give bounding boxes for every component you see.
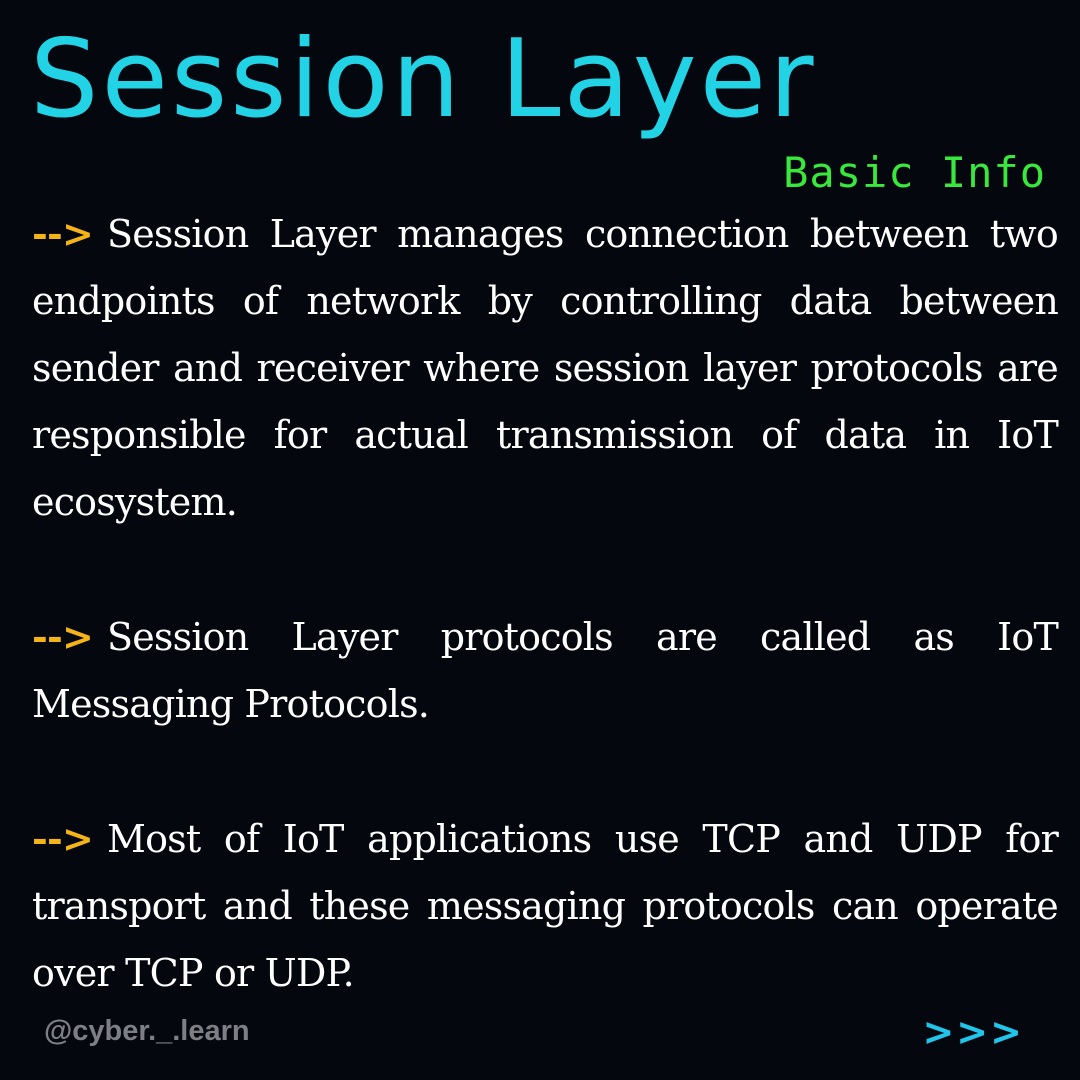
author-handle: @cyber._.learn	[44, 1015, 250, 1047]
paragraph-text: Session Layer manages connection between…	[32, 212, 1059, 524]
arrow-bullet: -->	[32, 816, 94, 861]
next-slide-indicator[interactable]: >>>	[922, 1010, 1024, 1054]
paragraph-text: Most of IoT applications use TCP and UDP…	[32, 817, 1059, 995]
paragraph-text: Session Layer protocols are called as Io…	[32, 615, 1059, 726]
arrow-bullet: -->	[32, 614, 94, 659]
arrow-bullet: -->	[32, 211, 94, 256]
subtitle: Basic Info	[783, 148, 1046, 197]
paragraph-3: --> Most of IoT applications use TCP and …	[32, 805, 1059, 1007]
page-title: Session Layer	[30, 17, 817, 142]
content-body: --> Session Layer manages connection betw…	[32, 200, 1059, 1007]
paragraph-1: --> Session Layer manages connection betw…	[32, 200, 1059, 536]
paragraph-2: --> Session Layer protocols are called as…	[32, 603, 1059, 738]
